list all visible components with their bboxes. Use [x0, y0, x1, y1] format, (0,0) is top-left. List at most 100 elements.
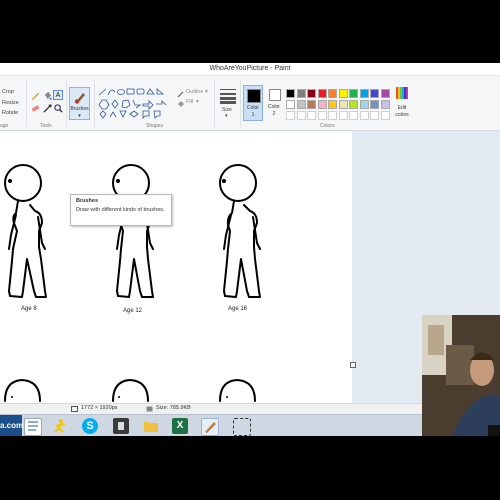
resize-button[interactable]: Resize — [2, 100, 19, 106]
palette-swatch[interactable] — [380, 89, 390, 98]
size-icon[interactable] — [219, 88, 237, 104]
palette-swatch[interactable] — [307, 100, 316, 109]
notepad-icon[interactable] — [24, 418, 42, 436]
palette-swatch[interactable] — [349, 100, 358, 109]
tools-group-label: Tools — [40, 123, 52, 129]
palette-swatch[interactable] — [359, 100, 369, 109]
age-label-2: Age 12 — [123, 308, 143, 314]
custom-color-slot[interactable] — [328, 111, 337, 120]
title-bar: WhoAreYouPicture - Paint — [0, 63, 500, 76]
image-group-label: age — [0, 123, 9, 129]
paint-taskbar-icon[interactable] — [201, 418, 219, 436]
palette-swatch[interactable] — [338, 89, 348, 98]
chevron-down-icon: ▾ — [196, 99, 199, 105]
file-size: Size: 785.9KB — [156, 405, 191, 411]
tooltip-description: Draw with different kinds of brushes. — [76, 207, 165, 213]
palette-swatch[interactable] — [307, 89, 316, 98]
paint-window: WhoAreYouPicture - Paint Crop Resize Rot… — [0, 63, 500, 436]
color1-label: Color — [247, 105, 259, 111]
fill-bucket-icon — [178, 101, 184, 107]
excel-icon[interactable]: X — [172, 418, 188, 434]
palette-swatch[interactable] — [328, 89, 337, 98]
webcam-image — [422, 315, 500, 436]
rotate-button[interactable]: Rotate — [2, 110, 18, 116]
palette-swatch[interactable] — [370, 89, 379, 98]
separator — [66, 79, 67, 127]
custom-color-slot[interactable] — [338, 111, 348, 120]
brushes-button[interactable]: Brushes ▾ — [69, 87, 90, 120]
separator — [26, 79, 27, 127]
color2-number: 2 — [272, 111, 276, 117]
shapes-gallery[interactable] — [97, 87, 173, 119]
palette-swatch[interactable] — [338, 100, 348, 109]
color1-swatch — [247, 89, 261, 103]
custom-color-slot[interactable] — [359, 111, 369, 120]
custom-color-slot[interactable] — [286, 111, 295, 120]
palette-swatch[interactable] — [296, 100, 306, 109]
chevron-down-icon: ▾ — [225, 113, 228, 119]
dimensions-icon — [71, 406, 78, 412]
text-icon[interactable]: A — [53, 90, 63, 100]
edit-colors-label-1: Edit — [397, 105, 407, 111]
palette-swatch[interactable] — [359, 89, 369, 98]
crop-button[interactable]: Crop — [2, 89, 14, 95]
palette-swatch[interactable] — [286, 100, 295, 109]
separator — [240, 79, 241, 127]
separator — [214, 79, 215, 127]
stick-figures — [4, 164, 261, 402]
custom-color-slot[interactable] — [349, 111, 358, 120]
fill-button[interactable]: Fill — [186, 99, 193, 105]
outline-button[interactable]: Outline — [186, 89, 203, 95]
rainbow-palette-icon — [396, 87, 408, 99]
brushes-label: Brushes — [70, 106, 89, 112]
brushes-tooltip: Brushes Draw with different kinds of bru… — [70, 194, 172, 226]
color2-button[interactable]: Color 2 — [265, 85, 285, 121]
color-picker-icon[interactable] — [43, 104, 52, 113]
window-title: WhoAreYouPicture - Paint — [209, 65, 291, 72]
color2-label: Color — [268, 104, 280, 110]
palette-swatch[interactable] — [380, 100, 390, 109]
palette-swatch[interactable] — [370, 100, 379, 109]
color1-number: 1 — [251, 112, 255, 118]
magnifier-icon[interactable] — [54, 104, 63, 113]
chevron-down-icon: ▾ — [78, 113, 81, 119]
palette-swatch[interactable] — [286, 89, 295, 98]
palette-swatch[interactable] — [317, 100, 327, 109]
image-dimensions: 1772 × 1920px — [81, 405, 118, 411]
custom-color-slot[interactable] — [370, 111, 379, 120]
palette-swatch[interactable] — [349, 89, 358, 98]
color1-button[interactable]: Color 1 — [243, 85, 263, 121]
custom-color-slot[interactable] — [380, 111, 390, 120]
color2-swatch — [269, 89, 281, 101]
colors-group-label: Colors — [320, 123, 335, 129]
edit-colors-label-2: colors — [395, 112, 409, 118]
palette-swatch[interactable] — [328, 100, 337, 109]
drawing-canvas[interactable]: Age 8 Age 12 Age 16 — [0, 131, 352, 403]
eraser-icon[interactable] — [31, 104, 40, 113]
edit-colors-button[interactable]: Edit colors — [392, 85, 412, 121]
shapes-group-label: Shapes — [146, 123, 163, 129]
webcam-overlay — [422, 315, 500, 436]
palette-swatch[interactable] — [296, 89, 306, 98]
disk-icon — [146, 406, 153, 412]
start-text: a.com — [0, 421, 24, 430]
brush-icon — [74, 93, 85, 104]
custom-color-slot[interactable] — [307, 111, 316, 120]
age-label-1: Age 8 — [21, 306, 37, 312]
chevron-down-icon: ▾ — [205, 89, 208, 95]
custom-color-slot[interactable] — [296, 111, 306, 120]
start-button[interactable]: a.com — [0, 415, 24, 436]
camera-app-icon[interactable] — [113, 418, 129, 434]
outline-icon — [177, 91, 184, 98]
fill-icon[interactable] — [43, 91, 52, 100]
folder-icon[interactable] — [143, 418, 159, 434]
canvas-resize-handle[interactable] — [350, 362, 356, 368]
snipping-tool-icon[interactable] — [233, 418, 251, 436]
pencil-icon[interactable] — [31, 91, 40, 100]
custom-color-slot[interactable] — [317, 111, 327, 120]
skype-icon[interactable]: S — [82, 418, 98, 434]
tooltip-title: Brushes — [76, 198, 99, 204]
age-label-3: Age 16 — [228, 306, 248, 312]
palette-swatch[interactable] — [317, 89, 327, 98]
aim-runner-icon[interactable] — [52, 418, 68, 434]
